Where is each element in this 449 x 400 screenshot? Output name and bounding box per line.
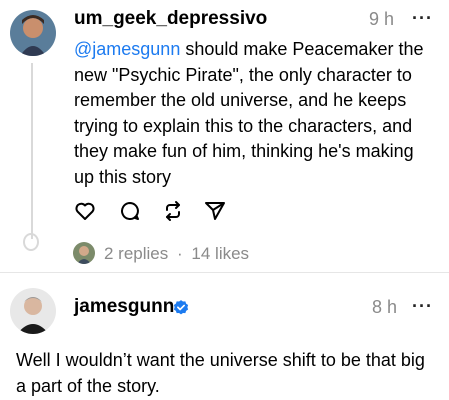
avatar[interactable]: [10, 288, 56, 334]
replies-count[interactable]: 2 replies: [104, 244, 168, 263]
stats-separator: ·: [177, 244, 183, 263]
verified-badge-icon: [173, 300, 189, 315]
mention-link[interactable]: @jamesgunn: [74, 39, 180, 59]
post-divider: [0, 272, 449, 273]
username[interactable]: jamesgunn: [74, 296, 174, 318]
post-time: 9 h: [369, 9, 395, 29]
likes-count[interactable]: 14 likes: [191, 244, 249, 263]
comment-button[interactable]: [115, 196, 145, 226]
heart-icon: [75, 202, 95, 220]
thread-curl: [23, 233, 39, 251]
post-text: Well I wouldn’t want the universe shift …: [16, 350, 425, 396]
share-icon: [205, 202, 225, 220]
thread-line: [31, 63, 33, 239]
avatar[interactable]: [10, 10, 56, 56]
reply-avatar: [73, 242, 95, 264]
repost-icon: [166, 201, 180, 221]
post-body: @jamesgunn should make Peacemaker the ne…: [74, 37, 434, 190]
more-options-button[interactable]: ···: [412, 296, 433, 317]
comment-icon: [121, 202, 139, 220]
share-button[interactable]: [200, 196, 230, 226]
username[interactable]: um_geek_depressivo: [74, 8, 267, 30]
like-button[interactable]: [70, 196, 100, 226]
post-text: should make Peacemaker the new "Psychic …: [74, 39, 424, 187]
repost-button[interactable]: [158, 196, 188, 226]
more-options-button[interactable]: ···: [412, 8, 433, 29]
post-time: 8 h: [372, 297, 398, 317]
post-stats: 2 replies · 14 likes: [104, 244, 249, 264]
